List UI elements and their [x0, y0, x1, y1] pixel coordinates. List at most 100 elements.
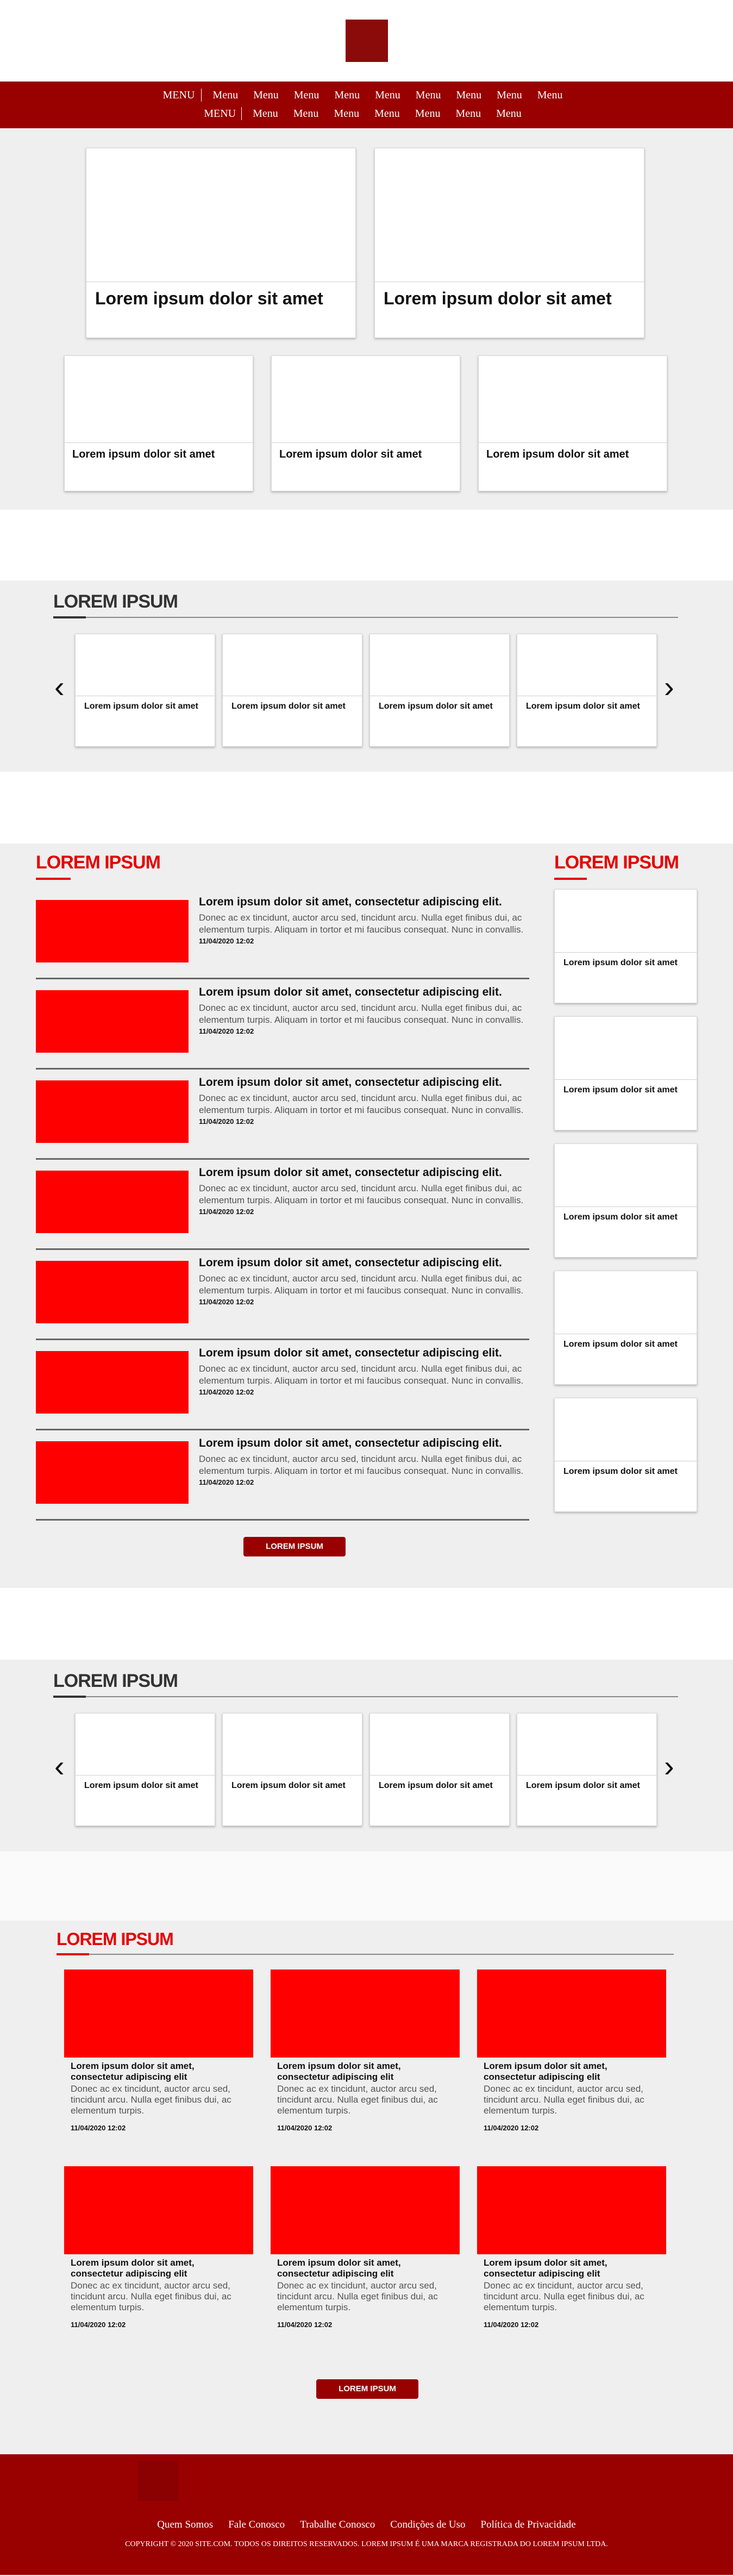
hero-small-card[interactable]: Lorem ipsum dolor sit amet	[478, 355, 667, 491]
sidebar-card[interactable]: Lorem ipsum dolor sit amet	[554, 1398, 697, 1512]
news-date: 11/04/2020 12:02	[199, 1478, 254, 1486]
carousel-card[interactable]: Lorem ipsum dolor sit amet	[369, 634, 510, 747]
nav-item[interactable]: Menu	[489, 89, 530, 102]
carousel-card-title: Lorem ipsum dolor sit amet	[231, 702, 346, 711]
news-item[interactable]: Lorem ipsum dolor sit amet, consectetur …	[36, 1160, 529, 1250]
news-item[interactable]: Lorem ipsum dolor sit amet, consectetur …	[36, 1340, 529, 1430]
hero-card-image	[86, 148, 355, 282]
grid-item-title[interactable]: Lorem ipsum dolor sit amet, consectetur …	[477, 2058, 666, 2083]
nav-item[interactable]: Menu	[367, 89, 408, 102]
heading-accent	[554, 878, 587, 880]
hero-card-title: Lorem ipsum dolor sit amet	[384, 289, 612, 308]
grid-item-description: Donec ac ex tincidunt, auctor arcu sed, …	[484, 2084, 644, 2116]
news-title[interactable]: Lorem ipsum dolor sit amet, consectetur …	[199, 1166, 502, 1179]
news-title[interactable]: Lorem ipsum dolor sit amet, consectetur …	[199, 1437, 502, 1450]
grid-item[interactable]: Lorem ipsum dolor sit amet, consectetur …	[477, 1969, 666, 2154]
grid-item-image	[64, 1969, 253, 2058]
sidebar-card[interactable]: Lorem ipsum dolor sit amet	[554, 1143, 697, 1258]
grid-item-title[interactable]: Lorem ipsum dolor sit amet, consectetur …	[477, 2254, 666, 2279]
hero-small-card-title: Lorem ipsum dolor sit amet	[72, 448, 215, 460]
grid-item-title[interactable]: Lorem ipsum dolor sit amet, consectetur …	[271, 2058, 460, 2083]
footer-link-about[interactable]: Quem Somos	[149, 2519, 221, 2531]
news-item[interactable]: Lorem ipsum dolor sit amet, consectetur …	[36, 1430, 529, 1521]
footer-links: Quem Somos Fale Conosco Trabalhe Conosco…	[0, 2519, 733, 2531]
news-item[interactable]: Lorem ipsum dolor sit amet, consectetur …	[36, 1250, 529, 1340]
news-item[interactable]: Lorem ipsum dolor sit amet, consectetur …	[36, 1070, 529, 1160]
nav-item[interactable]: Menu	[488, 108, 529, 120]
nav-item[interactable]: Menu	[367, 108, 408, 120]
site-logo[interactable]	[345, 20, 388, 62]
news-title[interactable]: Lorem ipsum dolor sit amet, consectetur …	[199, 986, 502, 999]
site-header	[0, 0, 733, 82]
nav-item[interactable]: Menu	[408, 108, 448, 120]
sidebar-card[interactable]: Lorem ipsum dolor sit amet	[554, 889, 697, 1003]
carousel-next-icon[interactable]: ›	[664, 672, 674, 702]
grid-item-title[interactable]: Lorem ipsum dolor sit amet, consectetur …	[64, 2254, 253, 2279]
nav-item[interactable]: Menu	[326, 108, 367, 120]
news-title[interactable]: Lorem ipsum dolor sit amet, consectetur …	[199, 1076, 502, 1089]
section-title: LOREM IPSUM	[36, 852, 161, 873]
carousel-card[interactable]: Lorem ipsum dolor sit amet	[75, 634, 215, 747]
news-thumbnail	[36, 1261, 189, 1323]
news-title[interactable]: Lorem ipsum dolor sit amet, consectetur …	[199, 896, 502, 909]
news-title[interactable]: Lorem ipsum dolor sit amet, consectetur …	[199, 1347, 502, 1360]
nav-item[interactable]: Menu	[205, 89, 246, 102]
carousel-card[interactable]: Lorem ipsum dolor sit amet	[369, 1713, 510, 1826]
hero-small-card-title: Lorem ipsum dolor sit amet	[486, 448, 629, 460]
grid-item[interactable]: Lorem ipsum dolor sit amet, consectetur …	[477, 2166, 666, 2351]
grid-item-image	[271, 1969, 460, 2058]
sidebar-card[interactable]: Lorem ipsum dolor sit amet	[554, 1016, 697, 1130]
grid-item[interactable]: Lorem ipsum dolor sit amet, consectetur …	[64, 1969, 253, 2154]
footer-link-terms[interactable]: Condições de Uso	[383, 2519, 473, 2531]
hero-small-card[interactable]: Lorem ipsum dolor sit amet	[271, 355, 460, 491]
load-more-button[interactable]: LOREM IPSUM	[243, 1537, 346, 1556]
nav-item[interactable]: Menu	[408, 89, 449, 102]
grid-item-date: 11/04/2020 12:02	[484, 2321, 539, 2329]
grid-item-description: Donec ac ex tincidunt, auctor arcu sed, …	[484, 2280, 644, 2312]
nav-item[interactable]: Menu	[530, 89, 571, 102]
nav-item[interactable]: Menu	[245, 108, 286, 120]
footer-link-privacy[interactable]: Política de Privacidade	[473, 2519, 584, 2531]
grid-item-title[interactable]: Lorem ipsum dolor sit amet, consectetur …	[271, 2254, 460, 2279]
news-item[interactable]: Lorem ipsum dolor sit amet, consectetur …	[36, 979, 529, 1070]
load-more-button[interactable]: LOREM IPSUM	[316, 2379, 418, 2399]
grid-item[interactable]: Lorem ipsum dolor sit amet, consectetur …	[271, 2166, 460, 2351]
news-date: 11/04/2020 12:02	[199, 1208, 254, 1216]
sidebar-card-title: Lorem ipsum dolor sit amet	[563, 958, 678, 967]
carousel-card-image	[517, 1714, 656, 1775]
site-footer: Quem Somos Fale Conosco Trabalhe Conosco…	[0, 2454, 733, 2575]
grid-item[interactable]: Lorem ipsum dolor sit amet, consectetur …	[64, 2166, 253, 2351]
nav-item[interactable]: Menu	[448, 89, 489, 102]
nav-item[interactable]: Menu	[286, 89, 327, 102]
nav-item[interactable]: Menu	[286, 108, 327, 120]
grid-item-title[interactable]: Lorem ipsum dolor sit amet, consectetur …	[64, 2058, 253, 2083]
carousel-card[interactable]: Lorem ipsum dolor sit amet	[517, 1713, 657, 1826]
carousel-card[interactable]: Lorem ipsum dolor sit amet	[222, 1713, 362, 1826]
news-description: Donec ac ex tincidunt, auctor arcu sed, …	[199, 1364, 524, 1386]
heading-accent	[57, 1953, 89, 1955]
grid-item[interactable]: Lorem ipsum dolor sit amet, consectetur …	[271, 1969, 460, 2154]
nav-item[interactable]: Menu	[448, 108, 488, 120]
hero-card[interactable]: Lorem ipsum dolor sit amet	[374, 148, 644, 338]
footer-logo[interactable]	[138, 2461, 178, 2501]
carousel-prev-icon[interactable]: ‹	[54, 672, 65, 702]
carousel-card[interactable]: Lorem ipsum dolor sit amet	[222, 634, 362, 747]
carousel-next-icon[interactable]: ›	[664, 1751, 674, 1781]
carousel-card-title: Lorem ipsum dolor sit amet	[526, 702, 640, 711]
footer-link-careers[interactable]: Trabalhe Conosco	[292, 2519, 383, 2531]
hero-small-card[interactable]: Lorem ipsum dolor sit amet	[64, 355, 253, 491]
sidebar-card[interactable]: Lorem ipsum dolor sit amet	[554, 1271, 697, 1385]
news-description: Donec ac ex tincidunt, auctor arcu sed, …	[199, 1273, 524, 1296]
nav-item[interactable]: Menu	[327, 89, 367, 102]
hero-card[interactable]: Lorem ipsum dolor sit amet	[86, 148, 356, 338]
carousel-card-image	[76, 634, 215, 696]
news-thumbnail	[36, 1351, 189, 1414]
carousel-card[interactable]: Lorem ipsum dolor sit amet	[75, 1713, 215, 1826]
carousel-prev-icon[interactable]: ‹	[54, 1751, 65, 1781]
news-item[interactable]: Lorem ipsum dolor sit amet, consectetur …	[36, 889, 529, 979]
nav-item[interactable]: Menu	[246, 89, 286, 102]
carousel-card[interactable]: Lorem ipsum dolor sit amet	[517, 634, 657, 747]
sidebar-card-image	[555, 1271, 697, 1334]
footer-link-contact[interactable]: Fale Conosco	[221, 2519, 292, 2531]
news-title[interactable]: Lorem ipsum dolor sit amet, consectetur …	[199, 1256, 502, 1270]
